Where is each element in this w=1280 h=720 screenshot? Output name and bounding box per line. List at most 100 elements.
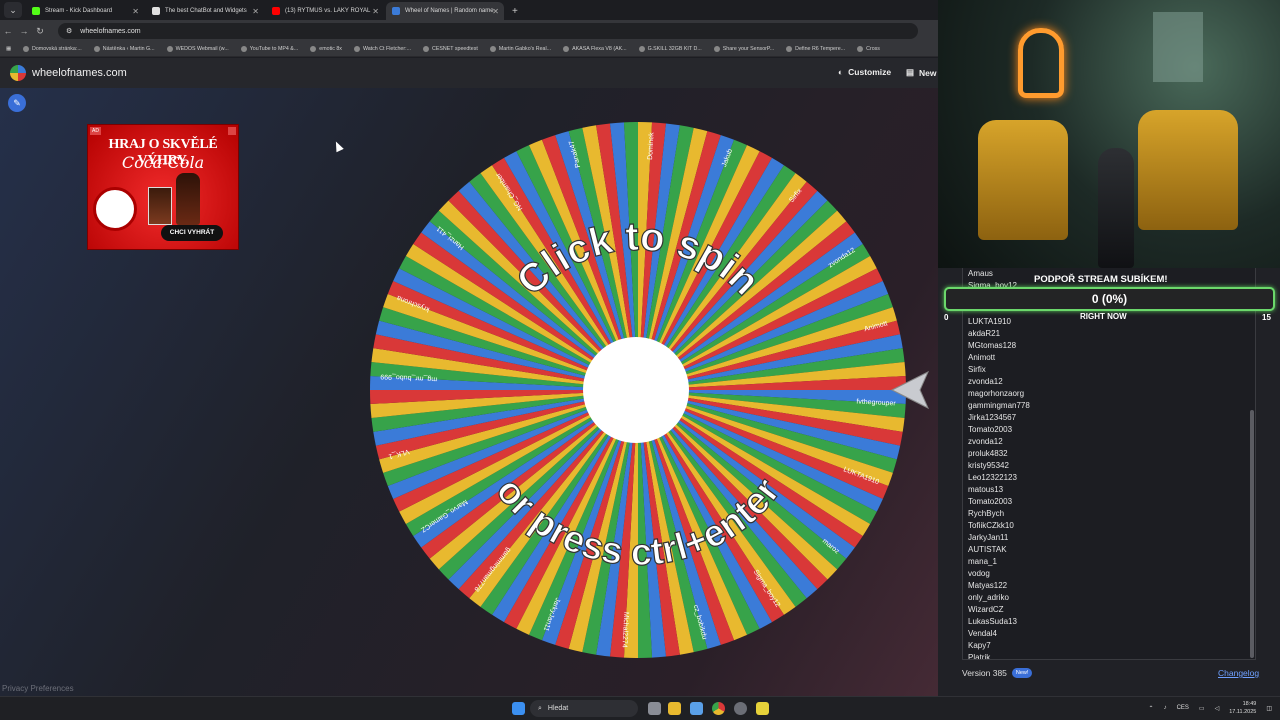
entry-item[interactable]: AUTISTAK (963, 544, 1255, 556)
tab-search-icon[interactable]: ⌄ (4, 2, 22, 18)
sub-goal-subtitle: RIGHT NOW (1080, 312, 1127, 321)
entry-item[interactable]: proluk4832 (963, 448, 1255, 460)
entry-item[interactable]: Sirfix (963, 364, 1255, 376)
entry-item[interactable]: RychBych (963, 508, 1255, 520)
entry-item[interactable]: Jirka1234567 (963, 412, 1255, 424)
close-icon[interactable]: ✕ (252, 7, 259, 16)
close-icon[interactable]: ✕ (492, 7, 499, 16)
store-icon[interactable] (690, 702, 703, 715)
new-tab-icon[interactable]: + (512, 6, 518, 17)
ad-close-icon[interactable] (228, 127, 236, 135)
reload-icon[interactable]: ↻ (32, 26, 48, 37)
entry-item[interactable]: mana_1 (963, 556, 1255, 568)
bookmark-item[interactable]: CESNET speedtest (423, 46, 478, 52)
url-field[interactable]: ⚙ wheelofnames.com (58, 23, 918, 39)
entry-item[interactable]: Platrik (963, 652, 1255, 659)
entry-item[interactable]: zvonda12 (963, 376, 1255, 388)
botrix-icon (152, 7, 160, 15)
entry-item[interactable]: only_adriko (963, 592, 1255, 604)
site-info-icon[interactable]: ⚙ (66, 27, 72, 35)
bookmark-item[interactable]: Martin Gabko's Real... (489, 46, 551, 52)
bookmark-item[interactable]: Share your SensorP... (713, 46, 774, 52)
advertisement[interactable]: AD HRAJ O SKVĚLÉ VÝHRY. Coca-Cola CHCI V… (87, 124, 239, 250)
file-explorer-icon[interactable] (668, 702, 681, 715)
bookmarks-bar: ▦ Domovská stránka:... Nástěnka ‹ Martin G… (0, 42, 938, 57)
entry-item[interactable]: zvonda12 (963, 436, 1255, 448)
entry-item[interactable]: matous13 (963, 484, 1255, 496)
entry-item[interactable]: MGtomas128 (963, 340, 1255, 352)
back-icon[interactable]: ← (0, 26, 16, 36)
windows-start-icon[interactable] (512, 702, 525, 715)
bookmark-label: Cross (866, 46, 880, 52)
ad-brand-logo: Coca-Cola (121, 153, 205, 172)
file-icon: ▤ (906, 67, 915, 77)
entries-list[interactable]: Amaus Sigma_boy12 LUKTA1910 akdaR21 MGtomas1… (962, 268, 1256, 660)
microphone-icon[interactable]: ♪ (1164, 705, 1167, 711)
close-icon[interactable]: ✕ (372, 7, 379, 16)
entry-item[interactable]: Tomato2003 (963, 424, 1255, 436)
language-indicator[interactable]: CES (1177, 705, 1189, 711)
task-view-icon[interactable] (648, 702, 661, 715)
entry-item[interactable]: gammingman778 (963, 400, 1255, 412)
entries-scrollbar[interactable] (1250, 410, 1254, 658)
bookmark-item[interactable]: Domovská stránka:... (23, 46, 82, 52)
entry-item[interactable]: Animott (963, 352, 1255, 364)
close-icon[interactable]: ✕ (132, 7, 139, 16)
entry-item[interactable]: Leo12322123 (963, 472, 1255, 484)
volume-icon[interactable]: ◁ (1215, 705, 1220, 712)
tab-youtube[interactable]: (13) RYTMUS vs. LAKY ROYAL ✕ (266, 2, 384, 20)
new-button[interactable]: ▤ New (906, 67, 937, 78)
wheel-hub[interactable] (583, 337, 689, 443)
chevron-up-icon[interactable]: ⌃ (1149, 705, 1154, 712)
apps-grid-icon[interactable]: ▦ (6, 46, 11, 52)
entry-item[interactable]: vodog (963, 568, 1255, 580)
armchair-right-image (1138, 110, 1238, 230)
sub-goal-title: PODPOŘ STREAM SUBÍKEM! (1034, 274, 1168, 285)
taskbar-search[interactable]: ⌕ Hledat (530, 700, 638, 717)
entry-item[interactable]: TofiikCZkk10 (963, 520, 1255, 532)
privacy-preferences-link[interactable]: Privacy Preferences (2, 684, 74, 693)
tab-label: The best ChatBot and Widgets (165, 8, 247, 14)
wheel-icon (392, 7, 400, 15)
settings-gear-icon[interactable] (734, 702, 747, 715)
entry-item[interactable]: WizardCZ (963, 604, 1255, 616)
notes-icon[interactable] (756, 702, 769, 715)
browser-tab-bar: ⌄ Stream - Kick Dashboard ✕ The best Chat… (0, 0, 938, 20)
tab-kick[interactable]: Stream - Kick Dashboard ✕ (26, 2, 144, 20)
tab-botrix[interactable]: The best ChatBot and Widgets ✕ (146, 2, 264, 20)
entry-item[interactable]: JarkyJan11 (963, 532, 1255, 544)
bookmark-item[interactable]: emotic 8x (310, 46, 342, 52)
customize-button[interactable]: ◐ Customize (838, 67, 891, 77)
bookmark-item[interactable]: Watch Ct Fletcher:... (353, 46, 411, 52)
bookmark-item[interactable]: Nástěnka ‹ Martin G... (93, 46, 155, 52)
bookmark-item[interactable]: G.SKILL 32GB KIT D... (638, 46, 702, 52)
site-title[interactable]: wheelofnames.com (32, 67, 127, 79)
clock-date: 17.11.2025 (1229, 709, 1257, 715)
bookmark-item[interactable]: WEDOS Webmail (w... (166, 46, 229, 52)
clock[interactable]: 18:49 17.11.2025 (1229, 700, 1256, 716)
ad-cta-button[interactable]: CHCI VYHRÁT (161, 225, 223, 241)
chrome-icon[interactable] (712, 702, 725, 715)
bookmark-item[interactable]: AKASA Flexa V8 (AK... (563, 46, 627, 52)
webcam-overlay (938, 0, 1280, 268)
entry-item[interactable]: kristy95342 (963, 460, 1255, 472)
entry-item[interactable]: Vendal4 (963, 628, 1255, 640)
entry-item[interactable]: Tomato2003 (963, 496, 1255, 508)
bookmark-item[interactable]: YouTube to MP4 &... (240, 46, 298, 52)
taskbar: ⌕ Hledat ⌃ ♪ CES ▭ ◁ 18:49 17.11.2025 ◫ (0, 696, 1280, 720)
entry-item[interactable]: magorhonzaorg (963, 388, 1255, 400)
entry-item[interactable]: Kapy7 (963, 640, 1255, 652)
bookmark-item[interactable]: Cross (857, 46, 880, 52)
edit-pencil-icon[interactable]: ✎ (8, 94, 26, 112)
wheel-logo-icon[interactable] (10, 65, 26, 81)
entry-item[interactable]: Matyas122 (963, 580, 1255, 592)
notification-icon[interactable]: ◫ (1266, 705, 1272, 712)
entry-item[interactable]: LukasSuda13 (963, 616, 1255, 628)
entry-item[interactable]: akdaR21 (963, 328, 1255, 340)
bookmark-item[interactable]: Define R6 Tempere... (786, 46, 845, 52)
address-bar: ← → ↻ ⚙ wheelofnames.com (0, 20, 938, 42)
network-icon[interactable]: ▭ (1199, 705, 1205, 712)
tab-wheel-of-names[interactable]: Wheel of Names | Random name ✕ (386, 2, 504, 20)
forward-icon[interactable]: → (16, 26, 32, 36)
changelog-link[interactable]: Changelog (1218, 668, 1259, 678)
